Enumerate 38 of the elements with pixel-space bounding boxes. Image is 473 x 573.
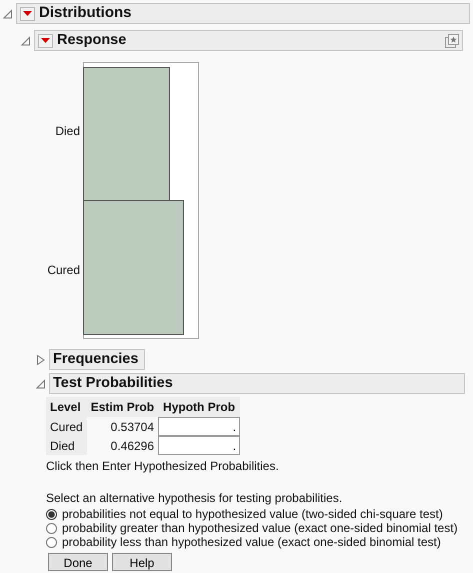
caret-icon — [41, 38, 50, 44]
table-cell: 0.53704 — [86, 417, 158, 436]
option-label[interactable]: probability greater than hypothesized value (exact one-sided binomial test) — [62, 521, 458, 535]
collapse-toggle-icon[interactable] — [36, 378, 45, 388]
section-title: Test Probabilities — [53, 374, 173, 393]
section-title: Frequencies — [53, 350, 138, 369]
instruction-text: Click then Enter Hypothesized Probabilities. — [46, 458, 280, 475]
caret-icon — [23, 10, 32, 16]
column-header: Estim Prob — [86, 397, 158, 417]
axis-label: Died — [55, 123, 80, 140]
table-cell: 0.46296 — [86, 436, 158, 455]
dialog-button[interactable]: Done — [48, 553, 108, 571]
radio-button[interactable] — [46, 536, 57, 548]
axis-label: Cured — [47, 262, 80, 279]
option-label[interactable]: probabilities not equal to hypothesized value (two-sided chi-square test) — [62, 507, 443, 521]
table-cell: Cured — [46, 417, 87, 436]
section-header[interactable]: Response — [34, 30, 463, 51]
section-header[interactable]: Frequencies — [49, 349, 145, 370]
section-header[interactable]: Test Probabilities — [49, 373, 465, 394]
expand-toggle-icon[interactable] — [36, 354, 45, 364]
dialog-button[interactable]: Help — [112, 553, 172, 571]
section-title: Distributions — [39, 3, 132, 24]
column-header: Hypoth Prob — [158, 397, 240, 417]
input-field[interactable]: . — [158, 417, 240, 436]
option-label[interactable]: probability less than hypothesized value (exact one-sided binomial test) — [62, 535, 441, 549]
section-title: Response — [57, 30, 126, 50]
radio-button[interactable] — [46, 508, 57, 520]
table-cell: Died — [46, 436, 87, 455]
collapse-toggle-icon[interactable] — [3, 8, 12, 18]
input-field[interactable]: . — [158, 436, 240, 455]
prompt-text: Select an alternative hypothesis for testing probabilities. — [46, 490, 344, 507]
collapse-toggle-icon[interactable] — [21, 36, 30, 46]
column-header: Level — [46, 397, 87, 417]
section-header[interactable]: Distributions — [16, 3, 470, 24]
star-panel-icon[interactable] — [445, 34, 459, 48]
radio-button[interactable] — [46, 522, 57, 534]
menu-button[interactable] — [38, 34, 53, 48]
menu-button[interactable] — [20, 6, 35, 20]
